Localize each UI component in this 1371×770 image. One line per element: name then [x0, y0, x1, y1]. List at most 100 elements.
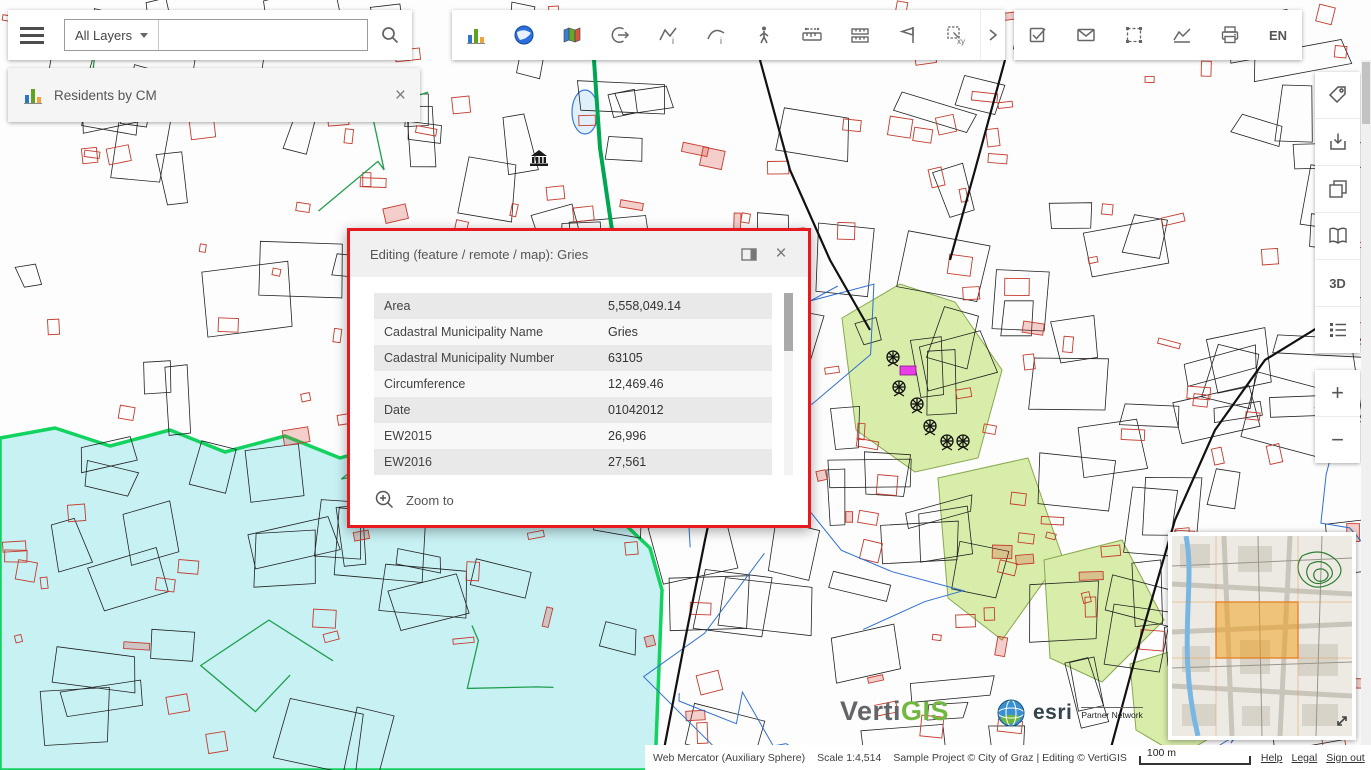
status-bar: Web Mercator (Auxiliary Sphere) Scale 1:…: [645, 745, 1371, 770]
attribute-value[interactable]: 12,469.46: [596, 377, 772, 391]
legal-link[interactable]: Legal: [1291, 752, 1317, 764]
attribute-row[interactable]: Cadastral Municipality Name Gries: [374, 319, 772, 345]
svg-text:i: i: [720, 36, 722, 46]
measure-area-tool[interactable]: [836, 10, 884, 60]
email-icon: [1075, 24, 1097, 46]
attribute-label: Cadastral Municipality Number: [374, 351, 596, 365]
select-region-icon: [1123, 24, 1145, 46]
attribute-row[interactable]: EW2015 26,996: [374, 423, 772, 449]
esri-globe-icon: [996, 698, 1026, 728]
overview-map-image: [1172, 536, 1352, 736]
confirm-edit-icon: [1027, 24, 1049, 46]
search-input[interactable]: [159, 20, 367, 50]
pedestrian-tool[interactable]: [740, 10, 788, 60]
elevation-profile-tool[interactable]: [1158, 10, 1206, 60]
results-panel[interactable]: Residents by CM ×: [8, 68, 420, 122]
zoom-toolbar: + −: [1315, 370, 1360, 463]
page-scrollbar[interactable]: [1361, 60, 1371, 770]
measure-area-icon: [849, 24, 871, 46]
menu-button[interactable]: [8, 10, 56, 60]
vertigis-logo-prefix: Verti: [840, 696, 901, 726]
attribute-row[interactable]: Area 5,558,049.14: [374, 293, 772, 319]
bar-chart-icon: [22, 84, 44, 106]
top-search-bar: All Layers: [8, 10, 412, 60]
status-links: Help Legal Sign out: [1261, 752, 1365, 764]
attribute-value[interactable]: 5,558,049.14: [596, 299, 772, 313]
esri-logo: esri Partner Network: [996, 698, 1143, 728]
attribute-row[interactable]: EW2016 27,561: [374, 449, 772, 475]
layer-filter-dropdown[interactable]: All Layers: [65, 20, 159, 50]
print-tool[interactable]: [1206, 10, 1254, 60]
identify-line-tool[interactable]: i: [644, 10, 692, 60]
identify-freehand-icon: i: [705, 24, 727, 46]
attribute-value[interactable]: 01042012: [596, 403, 772, 417]
dock-panel-button[interactable]: [736, 241, 762, 267]
measure-distance-icon: [801, 24, 823, 46]
vertigis-logo: VertiGIS: [840, 696, 949, 727]
map-tools-toolbar: 3D: [1315, 72, 1360, 353]
overview-expand-button[interactable]: [1335, 714, 1349, 733]
attribute-value[interactable]: Gries: [596, 325, 772, 339]
elevation-profile-icon: [1171, 24, 1193, 46]
chevron-down-icon: [140, 33, 148, 38]
zoom-in-button[interactable]: +: [1315, 370, 1360, 417]
help-link[interactable]: Help: [1261, 752, 1283, 764]
zoom-out-button[interactable]: −: [1315, 417, 1360, 463]
attribute-row[interactable]: Date 01042012: [374, 397, 772, 423]
attribute-label: Date: [374, 403, 596, 417]
select-region-tool[interactable]: [1110, 10, 1158, 60]
attribute-label: EW2015: [374, 429, 596, 443]
language-button[interactable]: EN: [1254, 10, 1302, 60]
results-panel-close-icon[interactable]: ×: [395, 86, 406, 105]
esri-partner-tagline: Partner Network: [1081, 707, 1142, 720]
attribute-table: Area 5,558,049.14 Cadastral Municipality…: [350, 277, 808, 525]
residents-chart-icon: [465, 24, 487, 46]
attribute-row[interactable]: Cadastral Municipality Number 63105: [374, 345, 772, 371]
measure-distance-tool[interactable]: [788, 10, 836, 60]
esri-logo-text: esri: [1033, 701, 1072, 725]
results-panel-title: Residents by CM: [54, 88, 157, 103]
send-email-tool[interactable]: [1062, 10, 1110, 60]
overview-map[interactable]: [1168, 532, 1356, 740]
toolbar-expander-button[interactable]: [980, 10, 1005, 60]
vertigis-logo-suffix: GIS: [901, 696, 949, 726]
legend-tool[interactable]: [1315, 307, 1360, 353]
coordinates-icon: xy: [945, 24, 967, 46]
google-earth-tool[interactable]: [500, 10, 548, 60]
attribute-value[interactable]: 26,996: [596, 429, 772, 443]
confirm-edit-tool[interactable]: [1014, 10, 1062, 60]
bookmarks-tool[interactable]: [1315, 213, 1360, 260]
add-data-tool[interactable]: [1315, 119, 1360, 166]
editing-dialog-close-icon[interactable]: ×: [768, 241, 794, 267]
attribute-label: Cadastral Municipality Name: [374, 325, 596, 339]
basemap-switcher-tool[interactable]: [548, 10, 596, 60]
residents-chart-tool[interactable]: [452, 10, 500, 60]
export-tool[interactable]: [596, 10, 644, 60]
tag-tool[interactable]: [1315, 72, 1360, 119]
attribute-row[interactable]: Circumference 12,469.46: [374, 371, 772, 397]
pond: [572, 90, 598, 134]
scale-bar: 100 m: [1139, 749, 1251, 767]
editing-dialog-header[interactable]: Editing (feature / remote / map): Gries …: [350, 231, 808, 277]
show-coordinates-tool[interactable]: xy: [932, 10, 980, 60]
sign-out-link[interactable]: Sign out: [1326, 752, 1365, 764]
attribute-table-scrollbar[interactable]: [784, 293, 793, 475]
secondary-toolbar: EN: [1014, 10, 1302, 60]
copy-map-tool[interactable]: [1315, 166, 1360, 213]
tag-icon: [1327, 84, 1349, 106]
page-scrollbar-thumb[interactable]: [1362, 62, 1370, 124]
identify-freehand-tool[interactable]: i: [692, 10, 740, 60]
zoom-to-button[interactable]: Zoom to: [374, 489, 484, 511]
attribute-label: EW2016: [374, 455, 596, 469]
scale-label: Scale 1:4,514: [817, 752, 881, 764]
projection-label: Web Mercator (Auxiliary Sphere): [653, 752, 805, 764]
3d-view-button[interactable]: 3D: [1315, 260, 1360, 307]
layer-filter-value: All Layers: [75, 28, 132, 43]
search-combo: All Layers: [64, 19, 368, 51]
attribute-value[interactable]: 63105: [596, 351, 772, 365]
attribute-value[interactable]: 27,561: [596, 455, 772, 469]
search-button[interactable]: [368, 10, 412, 60]
attribute-table-scrollbar-thumb[interactable]: [784, 293, 793, 351]
add-flag-tool[interactable]: [884, 10, 932, 60]
export-icon: [609, 24, 631, 46]
